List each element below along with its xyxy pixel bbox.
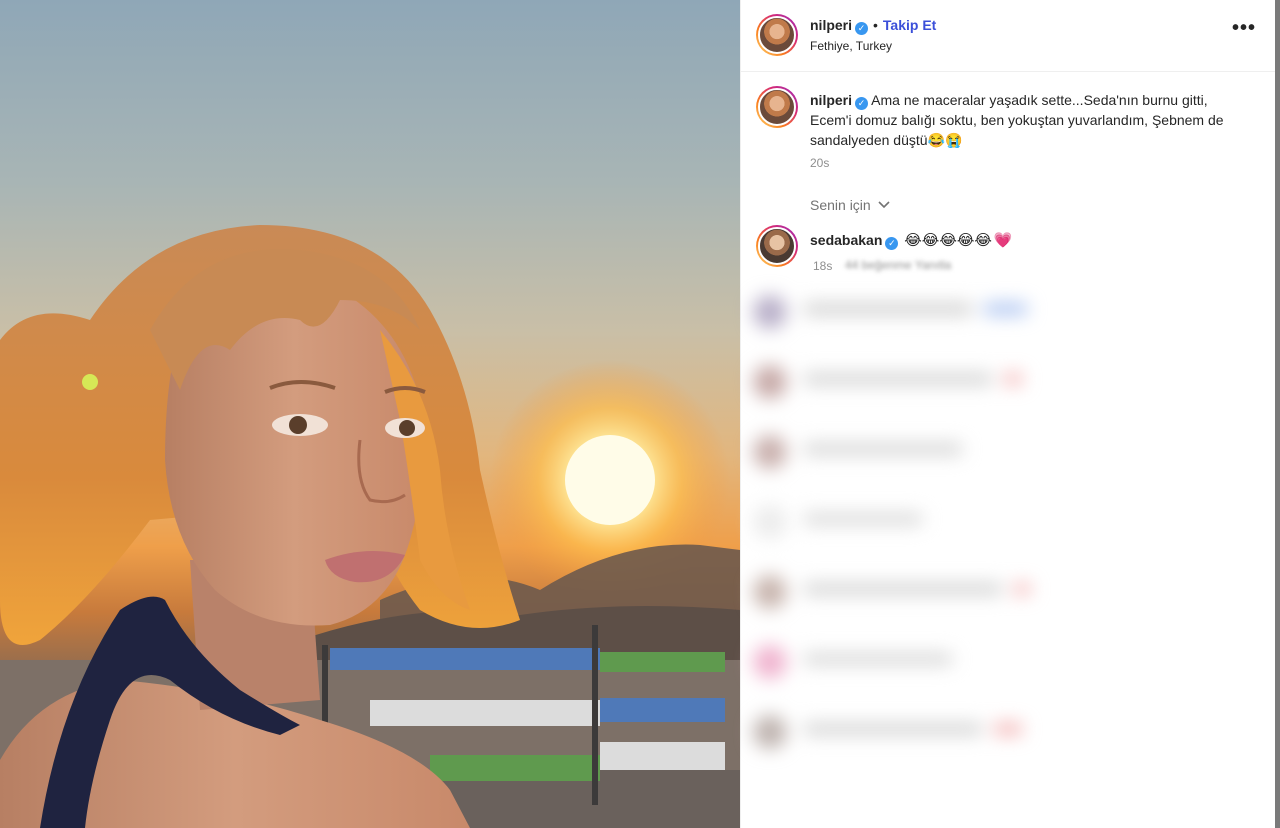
list-item bbox=[753, 575, 1233, 635]
commenter-username[interactable]: sedabakan bbox=[810, 232, 882, 248]
location-link[interactable]: Fethiye, Turkey bbox=[810, 39, 892, 53]
commenter-avatar[interactable] bbox=[756, 225, 798, 267]
post-time[interactable]: 20s bbox=[810, 156, 829, 170]
comment-filter-dropdown[interactable]: Senin için bbox=[810, 197, 890, 213]
comment-time[interactable]: 18s bbox=[813, 259, 832, 273]
comment-item: sedabakan ✓ 😂😂😂😂😂 💗 bbox=[810, 231, 1013, 250]
follow-button[interactable]: Takip Et bbox=[883, 17, 936, 33]
author-username[interactable]: nilperi bbox=[810, 17, 852, 33]
verified-badge-icon: ✓ bbox=[885, 237, 899, 250]
instagram-post-view: nilperi ✓ • Takip Et Fethiye, Turkey ••• ni… bbox=[0, 0, 1280, 828]
list-item bbox=[753, 295, 1233, 355]
post-photo[interactable] bbox=[0, 0, 740, 828]
author-avatar[interactable] bbox=[756, 14, 798, 56]
comment-filter-label: Senin için bbox=[810, 197, 871, 213]
caption-author-avatar[interactable] bbox=[756, 86, 798, 128]
more-options-icon[interactable]: ••• bbox=[1232, 17, 1256, 40]
list-item bbox=[753, 645, 1233, 705]
verified-badge-icon: ✓ bbox=[855, 22, 869, 35]
comment-text: 😂😂😂😂😂 bbox=[904, 231, 992, 249]
list-item bbox=[753, 435, 1233, 495]
post-header: nilperi ✓ • Takip Et Fethiye, Turkey ••• bbox=[741, 0, 1276, 72]
list-item bbox=[753, 715, 1233, 775]
scrollbar[interactable] bbox=[1275, 0, 1280, 828]
caption-username[interactable]: nilperi bbox=[810, 92, 852, 108]
verified-badge-icon: ✓ bbox=[855, 97, 869, 110]
sunset-portrait-image bbox=[0, 225, 740, 828]
separator-dot: • bbox=[873, 17, 878, 33]
obscured-comments-list bbox=[733, 280, 1278, 828]
comment-meta-obscured: 44 beğenme Yanıtla bbox=[845, 258, 952, 272]
list-item bbox=[753, 365, 1233, 425]
author-line: nilperi ✓ • Takip Et bbox=[810, 17, 936, 35]
post-caption: nilperi ✓ Ama ne maceralar yaşadık sette.… bbox=[810, 90, 1230, 150]
chevron-down-icon bbox=[878, 201, 890, 209]
list-item bbox=[753, 505, 1233, 565]
post-detail-panel: nilperi ✓ • Takip Et Fethiye, Turkey ••• ni… bbox=[740, 0, 1276, 828]
heart-emoji-icon: 💗 bbox=[993, 231, 1013, 249]
caption-text: Ama ne maceralar yaşadık sette...Seda'nı… bbox=[810, 92, 1224, 148]
